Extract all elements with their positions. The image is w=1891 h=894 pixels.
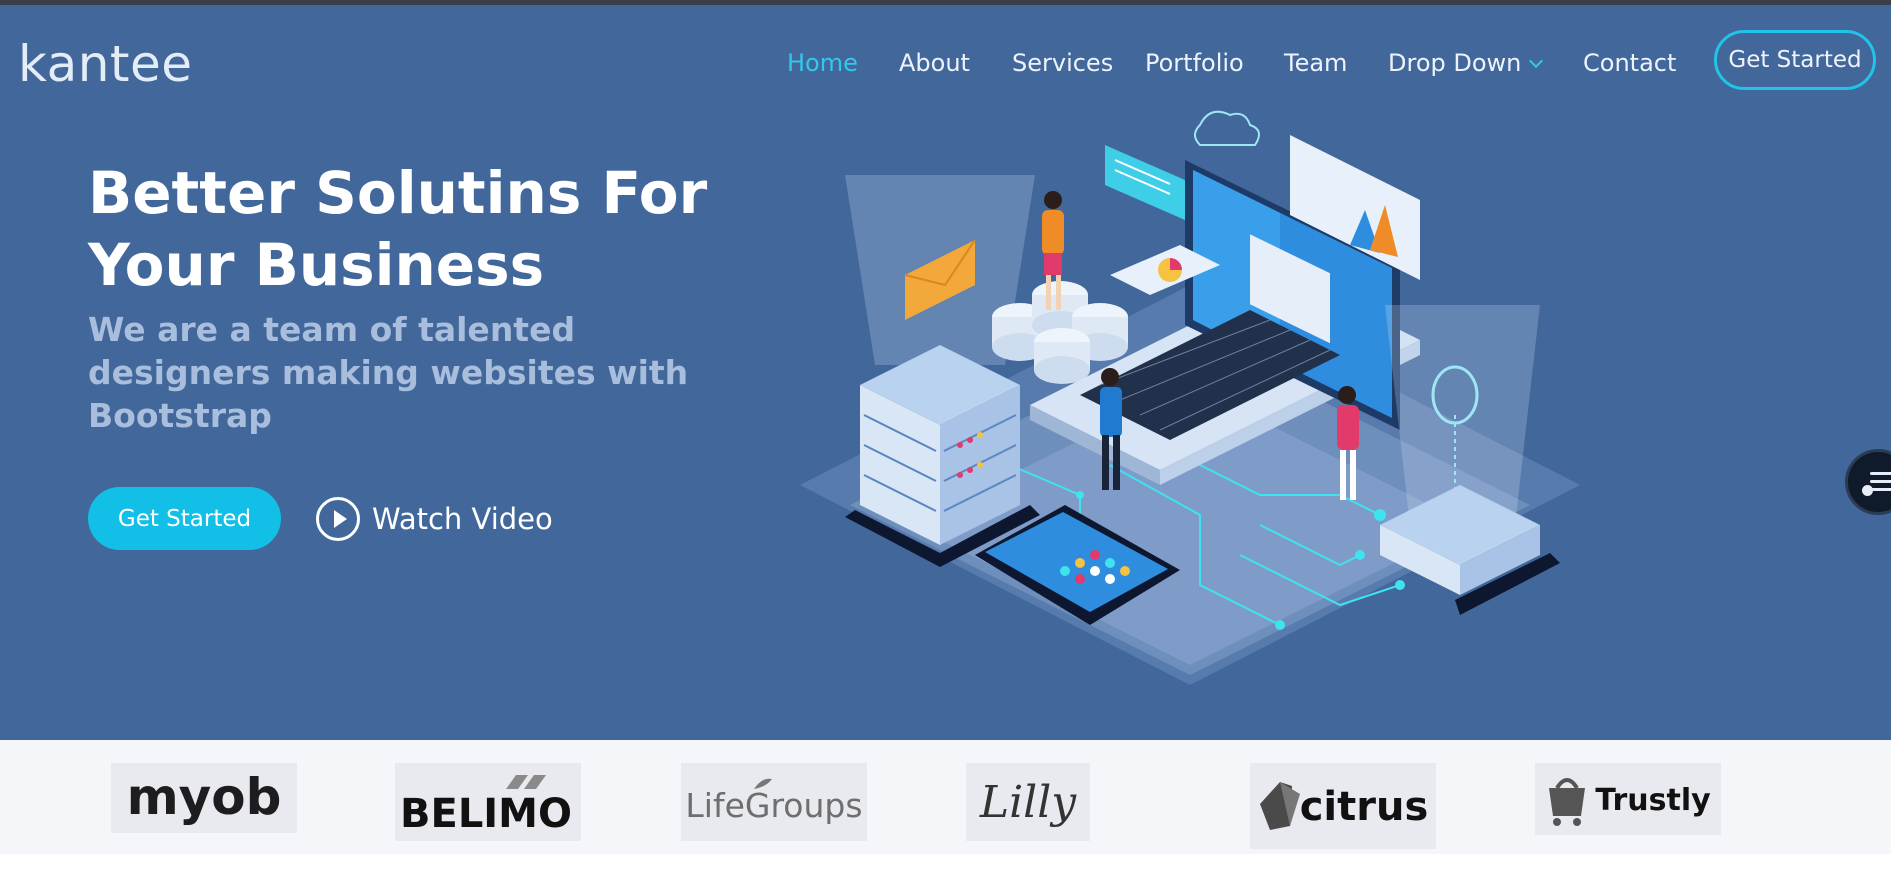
- header-get-started-button[interactable]: Get Started: [1714, 30, 1876, 90]
- svg-text:myob: myob: [127, 768, 282, 826]
- myob-logo: myob: [127, 768, 282, 826]
- chevron-down-icon: [1529, 53, 1544, 69]
- site-logo[interactable]: kantee: [18, 35, 193, 93]
- hero-section: kantee Home About Services Portfolio Tea…: [0, 5, 1891, 740]
- client-logo-belimo[interactable]: BELIMO: [395, 763, 581, 841]
- trustly-logo: Trustly: [1549, 778, 1711, 826]
- svg-text:LifeGroups: LifeGroups: [685, 786, 862, 825]
- lilly-logo: Lilly: [979, 777, 1077, 828]
- settings-panel-button[interactable]: [1845, 449, 1891, 515]
- nav-dropdown[interactable]: Drop Down: [1388, 49, 1544, 77]
- clients-section: myob BELIMO LifeGroups Lilly citrus Trus…: [0, 740, 1891, 854]
- citrus-logo: citrus: [1260, 782, 1429, 830]
- nav-dropdown-label: Drop Down: [1388, 49, 1522, 77]
- nav-contact[interactable]: Contact: [1583, 49, 1676, 77]
- list-icon: [1870, 472, 1891, 496]
- svg-text:Trustly: Trustly: [1595, 783, 1711, 818]
- client-logo-trustly[interactable]: Trustly: [1535, 763, 1721, 835]
- svg-text:citrus: citrus: [1300, 784, 1429, 830]
- client-logo-lilly[interactable]: Lilly: [966, 763, 1090, 841]
- svg-text:BELIMO: BELIMO: [400, 791, 572, 837]
- belimo-logo: BELIMO: [400, 775, 572, 837]
- hero-title: Better Solutins For Your Business: [88, 159, 708, 299]
- svg-text:Lilly: Lilly: [979, 777, 1077, 828]
- client-logo-lifegroups[interactable]: LifeGroups: [681, 763, 867, 841]
- client-logo-citrus[interactable]: citrus: [1250, 763, 1436, 849]
- hero-subtitle: We are a team of talented designers maki…: [88, 310, 689, 435]
- nav-home[interactable]: Home: [787, 49, 858, 77]
- nav-about[interactable]: About: [899, 49, 970, 77]
- nav-services[interactable]: Services: [1012, 49, 1113, 77]
- nav-portfolio[interactable]: Portfolio: [1145, 49, 1244, 77]
- play-icon: [316, 497, 360, 541]
- client-logo-myob[interactable]: myob: [111, 763, 297, 833]
- watch-video-label: Watch Video: [372, 502, 553, 536]
- nav-team[interactable]: Team: [1284, 49, 1347, 77]
- hero-illustration: [800, 110, 1580, 685]
- watch-video-button[interactable]: Watch Video: [316, 497, 553, 541]
- lifegroups-logo: LifeGroups: [685, 778, 863, 825]
- hero-get-started-button[interactable]: Get Started: [88, 487, 281, 550]
